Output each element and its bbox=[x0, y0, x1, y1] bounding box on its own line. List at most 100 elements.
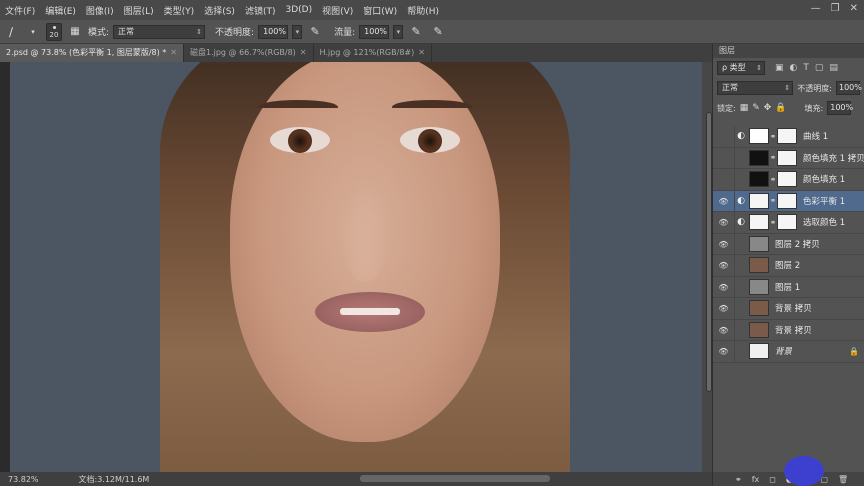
document-tab[interactable]: H.jpg @ 121%(RGB/8#) ✕ bbox=[314, 44, 432, 62]
minimize-icon[interactable]: — bbox=[811, 3, 821, 14]
menu-item[interactable]: 视图(V) bbox=[317, 4, 358, 17]
add-mask-icon[interactable]: ◻ bbox=[769, 475, 776, 484]
visibility-off-icon[interactable] bbox=[713, 126, 735, 147]
layer-mask-thumbnail[interactable] bbox=[777, 149, 797, 166]
layer-thumbnail[interactable] bbox=[749, 278, 769, 295]
portrait-photo[interactable] bbox=[10, 62, 702, 472]
layer-row[interactable]: 👁 背景 拷贝 bbox=[713, 298, 864, 320]
fill-input[interactable]: 100% bbox=[827, 101, 853, 115]
visibility-eye-icon[interactable]: 👁 bbox=[713, 212, 735, 233]
close-tab-icon[interactable]: ✕ bbox=[300, 48, 307, 57]
close-tab-icon[interactable]: ✕ bbox=[170, 48, 177, 57]
close-icon[interactable]: ✕ bbox=[850, 3, 858, 14]
layer-row[interactable]: 👁 ◐ ⚭ 选取颜色 1 bbox=[713, 212, 864, 234]
visibility-eye-icon[interactable]: 👁 bbox=[713, 319, 735, 340]
layer-thumbnail[interactable] bbox=[749, 257, 769, 274]
panel-title[interactable]: 图层 bbox=[713, 44, 864, 58]
layer-name: 背景 拷贝 bbox=[775, 325, 812, 336]
layer-row[interactable]: ⚭ 颜色填充 1 拷贝 bbox=[713, 147, 864, 169]
flow-dropdown[interactable]: ▾ bbox=[393, 24, 404, 39]
layer-thumbnail[interactable] bbox=[749, 300, 769, 317]
mode-select[interactable]: 正常 ⇕ bbox=[113, 24, 206, 39]
mask-link-icon[interactable]: ⚭ bbox=[769, 132, 777, 141]
restore-icon[interactable]: ❐ bbox=[831, 3, 840, 14]
mask-link-icon[interactable]: ⚭ bbox=[769, 153, 777, 162]
visibility-eye-icon[interactable]: 👁 bbox=[713, 255, 735, 276]
lock-transparent-icon[interactable]: ▦ bbox=[740, 103, 749, 113]
layer-row[interactable]: 👁 图层 2 bbox=[713, 255, 864, 277]
opacity-dropdown[interactable]: ▾ bbox=[292, 24, 303, 39]
visibility-eye-icon[interactable]: 👁 bbox=[713, 190, 735, 211]
visibility-eye-icon[interactable]: 👁 bbox=[713, 276, 735, 297]
visibility-off-icon[interactable] bbox=[713, 169, 735, 190]
horizontal-scrollbar[interactable] bbox=[360, 475, 550, 482]
lock-paint-icon[interactable]: ✎ bbox=[752, 103, 760, 113]
menu-item[interactable]: 帮助(H) bbox=[402, 4, 444, 17]
lock-all-icon[interactable]: 🔒 bbox=[775, 103, 786, 113]
type-filter-icon[interactable]: T bbox=[803, 63, 809, 73]
opacity-input[interactable]: 100% bbox=[258, 24, 289, 39]
brush-size-picker[interactable]: 20 bbox=[46, 22, 62, 41]
layer-name: 色彩平衡 1 bbox=[803, 196, 846, 207]
shape-filter-icon[interactable]: ▢ bbox=[815, 63, 824, 73]
menu-item[interactable]: 类型(Y) bbox=[159, 4, 200, 17]
document-tab[interactable]: 2.psd @ 73.8% (色彩平衡 1, 图层蒙版/8) * ✕ bbox=[0, 44, 184, 62]
menu-item[interactable]: 窗口(W) bbox=[358, 4, 402, 17]
layer-thumbnail[interactable] bbox=[749, 214, 769, 231]
pressure-opacity-icon[interactable]: ✎ bbox=[306, 23, 324, 41]
smart-object-filter-icon[interactable]: ▤ bbox=[829, 63, 838, 73]
zoom-level[interactable]: 73.82% bbox=[8, 475, 39, 484]
mask-link-icon[interactable]: ⚭ bbox=[769, 218, 777, 227]
menu-item[interactable]: 文件(F) bbox=[0, 4, 40, 17]
layer-row[interactable]: 👁 图层 2 拷贝 bbox=[713, 233, 864, 255]
layer-mask-thumbnail[interactable] bbox=[777, 171, 797, 188]
menu-item[interactable]: 3D(D) bbox=[280, 5, 317, 15]
layer-thumbnail[interactable] bbox=[749, 321, 769, 338]
flow-input[interactable]: 100% bbox=[359, 24, 390, 39]
visibility-eye-icon[interactable]: 👁 bbox=[713, 341, 735, 362]
visibility-eye-icon[interactable]: 👁 bbox=[713, 298, 735, 319]
layer-row[interactable]: 👁 背景 🔒 bbox=[713, 341, 864, 363]
menu-item[interactable]: 滤镜(T) bbox=[240, 4, 281, 17]
layer-style-icon[interactable]: fx bbox=[752, 475, 760, 484]
mask-link-icon[interactable]: ⚭ bbox=[769, 196, 777, 205]
adjustment-filter-icon[interactable]: ◐ bbox=[790, 63, 798, 73]
panel-opacity-input[interactable]: 100% bbox=[836, 81, 862, 95]
layer-thumbnail[interactable] bbox=[749, 343, 769, 360]
layer-thumbnail[interactable] bbox=[749, 192, 769, 209]
link-layers-icon[interactable]: ⚭ bbox=[735, 475, 742, 484]
layer-thumbnail[interactable] bbox=[749, 235, 769, 252]
layer-thumbnail[interactable] bbox=[749, 171, 769, 188]
filter-kind-select[interactable]: ρ 类型 ⇕ bbox=[717, 61, 765, 75]
menu-item[interactable]: 图层(L) bbox=[119, 4, 159, 17]
pressure-size-icon[interactable]: ✎ bbox=[429, 23, 447, 41]
menu-item[interactable]: 编辑(E) bbox=[40, 4, 81, 17]
menu-item[interactable]: 图像(I) bbox=[81, 4, 119, 17]
layer-row[interactable]: ⚭ 颜色填充 1 bbox=[713, 169, 864, 191]
chevron-down-icon[interactable]: ▾ bbox=[24, 23, 42, 41]
layer-row[interactable]: 👁 图层 1 bbox=[713, 276, 864, 298]
pixel-filter-icon[interactable]: ▣ bbox=[775, 63, 784, 73]
vertical-scrollbar[interactable] bbox=[702, 62, 712, 472]
layer-thumbnail[interactable] bbox=[749, 128, 769, 145]
brush-panel-icon[interactable]: ▦ bbox=[66, 23, 84, 41]
layer-thumbnail[interactable] bbox=[749, 149, 769, 166]
airbrush-icon[interactable]: ✎ bbox=[407, 23, 425, 41]
layer-mask-thumbnail[interactable] bbox=[777, 192, 797, 209]
visibility-eye-icon[interactable]: 👁 bbox=[713, 233, 735, 254]
blend-mode-select[interactable]: 正常 ⇕ bbox=[717, 81, 794, 95]
canvas-area[interactable] bbox=[0, 62, 712, 472]
lock-move-icon[interactable]: ✥ bbox=[764, 103, 772, 113]
layer-mask-thumbnail[interactable] bbox=[777, 128, 797, 145]
menu-item[interactable]: 选择(S) bbox=[199, 4, 240, 17]
visibility-off-icon[interactable] bbox=[713, 147, 735, 168]
layer-row[interactable]: ◐ ⚭ 曲线 1 bbox=[713, 126, 864, 148]
mask-link-icon[interactable]: ⚭ bbox=[769, 175, 777, 184]
close-tab-icon[interactable]: ✕ bbox=[418, 48, 425, 57]
layer-row[interactable]: 👁 ◐ ⚭ 色彩平衡 1 bbox=[713, 190, 864, 212]
layer-row[interactable]: 👁 背景 拷贝 bbox=[713, 319, 864, 341]
layer-mask-thumbnail[interactable] bbox=[777, 214, 797, 231]
brush-tool-icon[interactable]: ∕ bbox=[2, 23, 20, 41]
document-tab[interactable]: 磁盘1.jpg @ 66.7%(RGB/8) ✕ bbox=[184, 44, 314, 62]
delete-layer-icon[interactable]: 🗑 bbox=[838, 475, 848, 484]
